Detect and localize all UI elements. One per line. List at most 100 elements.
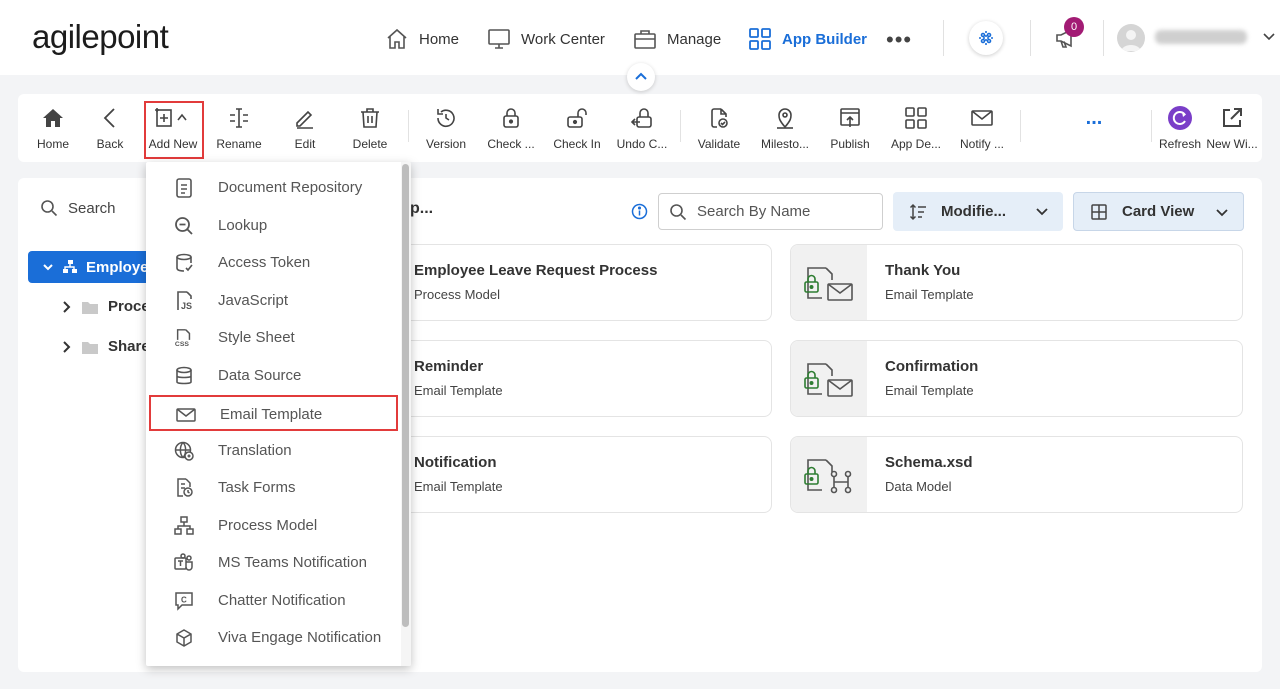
- sidebar-search[interactable]: Search: [40, 199, 116, 217]
- menu-item-document-repository[interactable]: Document Repository: [146, 170, 401, 206]
- agilepoint-logo[interactable]: agilepoint: [32, 18, 169, 56]
- publish-icon: [840, 108, 860, 127]
- card-thank-you[interactable]: Thank You Email Template: [790, 244, 1243, 321]
- nav-app-builder-label: App Builder: [782, 30, 867, 48]
- menu-item-data-source[interactable]: Data Source: [146, 358, 401, 394]
- svg-text:JS: JS: [181, 301, 192, 311]
- sort-dropdown[interactable]: Modifie...: [893, 192, 1063, 231]
- card-subtitle: Email Template: [885, 383, 974, 398]
- nav-manage[interactable]: Manage: [633, 26, 721, 52]
- viva-engage-icon: [174, 628, 194, 648]
- toolbar-milestone-button[interactable]: Milesto...: [754, 104, 816, 156]
- toolbar-undo-checkout-button[interactable]: Undo C...: [611, 104, 673, 156]
- toolbar-publish-button[interactable]: Publish: [819, 104, 881, 156]
- card-confirmation[interactable]: Confirmation Email Template: [790, 340, 1243, 417]
- toolbar-check-out-button[interactable]: Check ...: [480, 104, 542, 156]
- nav-work-center-label: Work Center: [521, 30, 605, 48]
- add-new-menu: Document Repository Lookup Access Token …: [146, 162, 411, 666]
- folder-icon: [82, 341, 98, 354]
- menu-item-process-model[interactable]: Process Model: [146, 508, 401, 544]
- tree-item-process[interactable]: Proce: [62, 298, 150, 315]
- chevron-down-icon: [1036, 208, 1048, 216]
- refresh-icon: [1168, 106, 1192, 130]
- sort-icon: [909, 203, 926, 220]
- toolbar-divider: [680, 110, 681, 142]
- search-by-name-input[interactable]: Search By Name: [658, 193, 883, 230]
- nav-more-button[interactable]: •••: [886, 27, 912, 53]
- tree-item-shared[interactable]: Share: [62, 338, 150, 355]
- card-title: Notification: [414, 454, 497, 471]
- menu-item-label: Lookup: [218, 217, 268, 234]
- new-window-icon: [1223, 108, 1242, 127]
- search-icon: [670, 203, 687, 220]
- briefcase-icon: [634, 30, 656, 49]
- card-subtitle: Email Template: [414, 479, 503, 494]
- menu-scrollbar-thumb[interactable]: [402, 164, 409, 627]
- toolbar-new-window-label: New Wi...: [1206, 137, 1258, 151]
- card-schema-xsd[interactable]: Schema.xsd Data Model: [790, 436, 1243, 513]
- info-icon[interactable]: [631, 203, 648, 220]
- nav-app-builder[interactable]: App Builder: [748, 26, 867, 52]
- trash-icon: [361, 108, 379, 128]
- toolbar-divider: [408, 110, 409, 142]
- toolbar-edit-button[interactable]: Edit: [274, 104, 336, 156]
- toolbar-check-in-button[interactable]: Check In: [546, 104, 608, 156]
- teams-icon: [174, 553, 194, 573]
- toolbar-refresh-label: Refresh: [1158, 137, 1202, 151]
- toolbar-app-design-label: App De...: [890, 137, 942, 151]
- menu-item-lookup[interactable]: Lookup: [146, 208, 401, 244]
- mail-icon: [971, 110, 993, 126]
- menu-item-chatter-notification[interactable]: C Chatter Notification: [146, 583, 401, 619]
- tree-item-label: Employe: [86, 258, 149, 276]
- toolbar-edit-label: Edit: [294, 137, 316, 151]
- chatter-icon: C: [174, 591, 194, 611]
- task-forms-icon: [174, 478, 194, 498]
- grid-icon: [749, 28, 771, 50]
- app-hierarchy-icon: [63, 260, 77, 273]
- toolbar-home-button[interactable]: Home: [22, 104, 84, 156]
- chevron-down-icon: [1216, 209, 1228, 217]
- toolbar-new-window-button[interactable]: New Wi...: [1201, 104, 1263, 156]
- database-icon: [174, 366, 194, 386]
- monitor-icon: [488, 29, 510, 49]
- menu-item-email-template[interactable]: Email Template: [149, 395, 398, 431]
- nav-work-center[interactable]: Work Center: [487, 26, 605, 52]
- toolbar-undo-checkout-label: Undo C...: [616, 137, 668, 151]
- view-mode-dropdown[interactable]: Card View: [1073, 192, 1244, 231]
- toolbar-back-button[interactable]: Back: [79, 104, 141, 156]
- sidebar-search-label: Search: [68, 199, 116, 217]
- avatar[interactable]: [1117, 24, 1145, 52]
- menu-item-ms-teams-notification[interactable]: MS Teams Notification: [146, 545, 401, 581]
- menu-item-style-sheet[interactable]: CSS Style Sheet: [146, 320, 401, 356]
- menu-item-translation[interactable]: Translation: [146, 433, 401, 469]
- pencil-icon: [296, 110, 313, 129]
- globe-icon: [174, 441, 194, 461]
- menu-item-access-token[interactable]: Access Token: [146, 245, 401, 281]
- tree-item-employee[interactable]: Employe: [28, 251, 158, 283]
- toolbar-delete-button[interactable]: Delete: [339, 104, 401, 156]
- menu-item-label: Task Forms: [218, 479, 296, 496]
- toolbar-notify-button[interactable]: Notify ...: [951, 104, 1013, 156]
- menu-item-task-forms[interactable]: Task Forms: [146, 470, 401, 506]
- home-icon: [43, 109, 63, 127]
- toolbar-app-design-button[interactable]: App De...: [885, 104, 947, 156]
- divider: [943, 20, 944, 56]
- ai-assistant-button[interactable]: [969, 21, 1003, 55]
- menu-item-label: Data Source: [218, 367, 302, 384]
- collapse-header-button[interactable]: [627, 63, 655, 91]
- toolbar-more-button[interactable]: ...: [1063, 104, 1125, 156]
- menu-item-label: Access Token: [218, 254, 311, 271]
- nav-home[interactable]: Home: [385, 26, 459, 52]
- menu-item-viva-engage-notification[interactable]: Viva Engage Notification: [146, 620, 401, 656]
- toolbar-rename-button[interactable]: Rename: [208, 104, 270, 156]
- toolbar-check-in-label: Check In: [553, 137, 601, 151]
- card-thumbnail: [791, 437, 867, 512]
- toolbar-validate-button[interactable]: Validate: [688, 104, 750, 156]
- add-new-highlight: [144, 101, 204, 159]
- toolbar-version-button[interactable]: Version: [415, 104, 477, 156]
- menu-item-javascript[interactable]: JS JavaScript: [146, 283, 401, 319]
- toolbar-publish-label: Publish: [830, 137, 870, 151]
- chevron-down-icon[interactable]: [1262, 30, 1276, 44]
- chevron-right-icon: [63, 340, 71, 353]
- toolbar-notify-label: Notify ...: [959, 137, 1004, 151]
